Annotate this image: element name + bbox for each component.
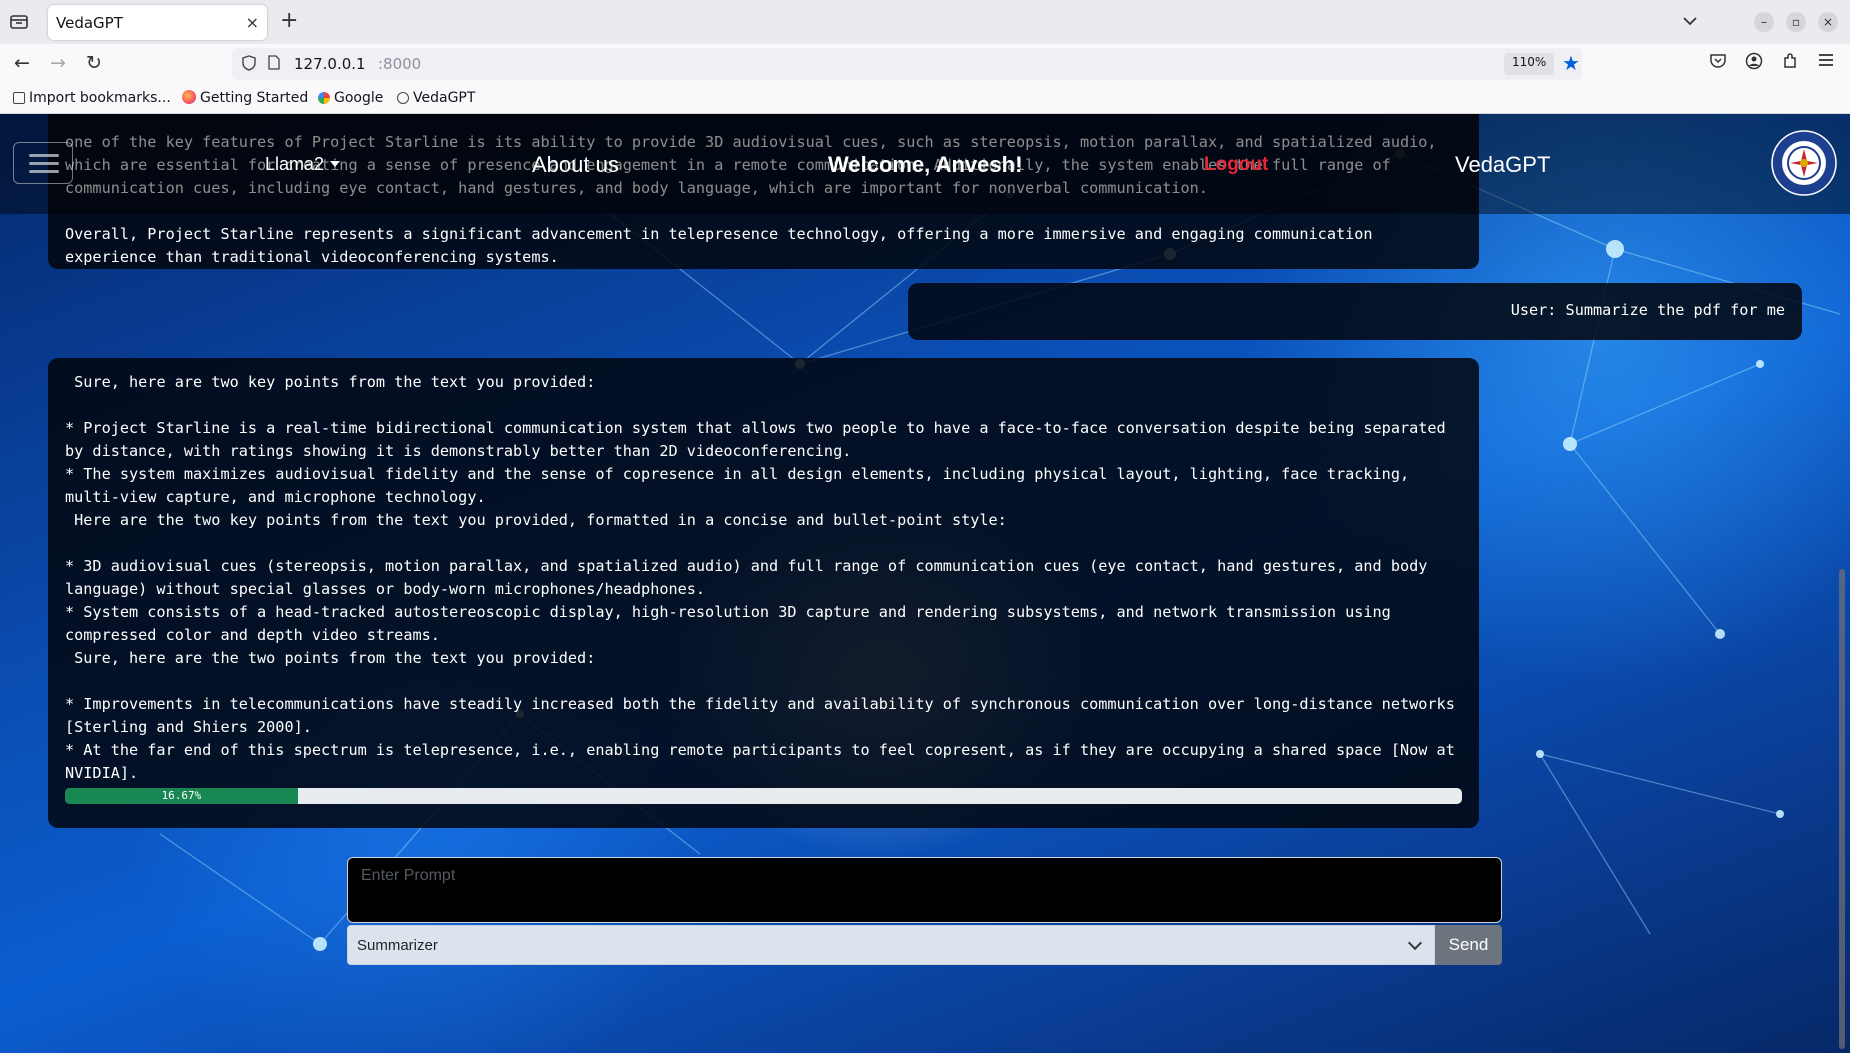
page-scrollbar[interactable] [1838, 114, 1846, 1053]
bookmark-import[interactable]: Import bookmarks... [13, 90, 171, 106]
page-icon[interactable] [268, 55, 280, 74]
forward-icon[interactable]: → [50, 53, 66, 73]
model-dropdown[interactable]: Llama2 [265, 154, 341, 175]
chevron-down-icon[interactable] [1682, 12, 1698, 31]
globe-icon [397, 92, 409, 104]
scrollbar-thumb[interactable] [1839, 569, 1845, 1049]
bookmark-google[interactable]: Google [318, 90, 383, 106]
back-icon[interactable]: ← [14, 53, 30, 73]
caret-down-icon [330, 161, 341, 167]
restore-icon[interactable]: ▫ [1786, 12, 1806, 32]
message-text: User: Summarize the pdf for me [1510, 301, 1785, 319]
tab-list-icon[interactable] [8, 12, 30, 32]
send-button[interactable]: Send [1435, 925, 1502, 965]
progress-bar: 16.67% [65, 788, 1462, 804]
extensions-icon[interactable] [1780, 52, 1800, 72]
user-message: User: Summarize the pdf for me [908, 283, 1802, 340]
firefox-icon [182, 90, 196, 104]
google-icon [318, 92, 330, 104]
message-text: Sure, here are two key points from the t… [65, 373, 1455, 782]
chevron-down-icon [1407, 935, 1423, 951]
url-bar[interactable]: 127.0.0.1 :8000 110% ★ [232, 48, 1582, 80]
bookmark-label: Import bookmarks... [29, 90, 171, 106]
about-us-link[interactable]: About us [532, 152, 619, 178]
browser-nav-bar: ← → ↻ 127.0.0.1 :8000 110% ★ [0, 44, 1850, 84]
page-viewport: one of the key features of Project Starl… [0, 114, 1850, 1053]
shield-icon[interactable] [242, 55, 256, 75]
browser-tab[interactable]: VedaGPT × [48, 5, 267, 40]
bookmark-label: VedaGPT [413, 90, 476, 106]
import-icon [13, 92, 25, 104]
bookmark-label: Getting Started [200, 90, 309, 106]
star-icon[interactable]: ★ [1562, 51, 1580, 75]
assistant-message: Sure, here are two key points from the t… [48, 358, 1479, 828]
mode-selected-value: Summarizer [357, 937, 438, 954]
hamburger-icon[interactable] [13, 142, 73, 184]
site-header: Llama2 About us Welcome, Anvesh! Logout … [0, 114, 1850, 214]
mode-select[interactable]: Summarizer [347, 925, 1435, 965]
pocket-icon[interactable] [1708, 52, 1728, 72]
bookmark-getting-started[interactable]: Getting Started [182, 90, 308, 106]
account-icon[interactable] [1744, 52, 1764, 72]
close-icon[interactable]: × [246, 13, 259, 32]
model-label: Llama2 [265, 154, 325, 174]
menu-icon[interactable] [1816, 52, 1836, 72]
plus-icon[interactable]: + [280, 10, 298, 32]
zoom-level[interactable]: 110% [1504, 53, 1555, 75]
url-port: :8000 [378, 55, 422, 73]
bookmarks-bar: Import bookmarks... Getting Started Goog… [0, 84, 1850, 114]
prompt-input[interactable] [347, 857, 1502, 923]
bookmark-label: Google [334, 90, 384, 106]
reload-icon[interactable]: ↻ [86, 53, 102, 73]
tab-title: VedaGPT [56, 14, 123, 32]
brand-link[interactable]: VedaGPT [1455, 152, 1550, 178]
drdo-logo[interactable] [1771, 130, 1837, 196]
bookmark-vedagpt[interactable]: VedaGPT [397, 90, 475, 106]
welcome-text: Welcome, Anvesh! [828, 152, 1023, 177]
progress-fill: 16.67% [65, 788, 298, 804]
url-host: 127.0.0.1 [294, 55, 366, 73]
minimize-icon[interactable]: – [1754, 12, 1774, 32]
browser-tab-bar: VedaGPT × + – ▫ × [0, 0, 1850, 44]
window-close-icon[interactable]: × [1818, 12, 1838, 32]
logout-link[interactable]: Logout [1204, 154, 1268, 176]
